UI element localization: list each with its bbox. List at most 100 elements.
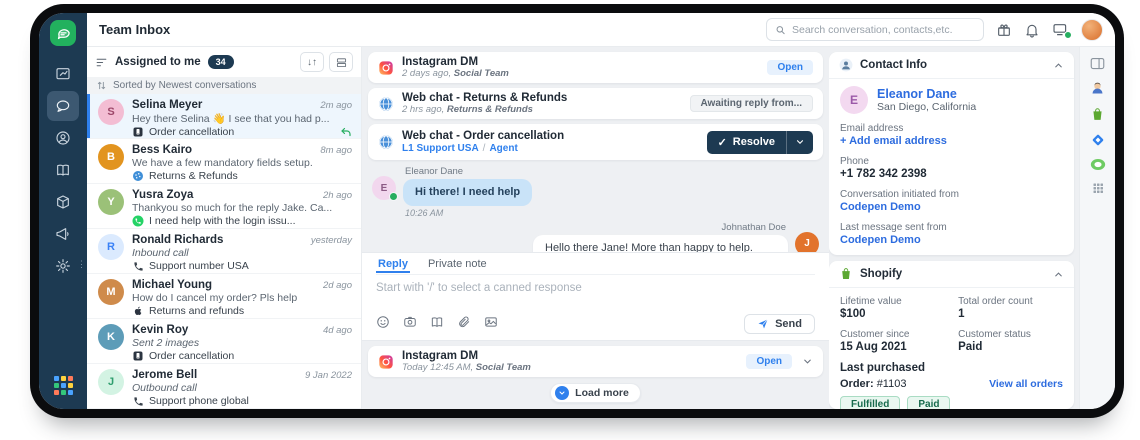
message-preview: Outbound call: [132, 382, 197, 394]
widget-icon-strip: [1079, 47, 1115, 409]
view-toggle-button[interactable]: [329, 52, 353, 72]
filter-menu-icon[interactable]: [95, 56, 108, 69]
conversation-list-item[interactable]: M Michael Young 2d ago How do I cancel m…: [87, 274, 361, 319]
image-icon[interactable]: [484, 315, 498, 334]
global-search[interactable]: [766, 18, 984, 41]
conversation-count-badge: 34: [207, 55, 234, 69]
collapse-chevron-up-icon[interactable]: [1053, 60, 1064, 71]
online-status-dot: [1064, 31, 1072, 39]
channel-icon: [132, 260, 144, 272]
lifetime-value: $100: [840, 308, 866, 320]
panel-toggle-icon[interactable]: [1090, 57, 1105, 70]
conversation-list-item[interactable]: S Selina Meyer 2m ago Hey there Selina 👋…: [87, 94, 361, 139]
conversation-list-item[interactable]: R Ronald Richards yesterday Inbound call…: [87, 229, 361, 274]
conversation-card[interactable]: Instagram DM Today 12:45 AM, Social Team…: [368, 346, 823, 377]
conversation-list-item[interactable]: Y Yusra Zoya 2h ago Thankyou so much for…: [87, 184, 361, 229]
search-input[interactable]: [791, 23, 975, 36]
whatsapp-widget-icon[interactable]: [1090, 158, 1106, 171]
channel-icon: [132, 395, 144, 407]
view-all-orders-link[interactable]: View all orders: [989, 378, 1063, 390]
device-frame: ⋮ Team Inbox Search conversation, contac…: [30, 4, 1124, 418]
chevron-down-icon[interactable]: [802, 356, 813, 367]
status-badge: Awaiting reply from...: [689, 95, 813, 112]
reply-input[interactable]: [376, 275, 815, 309]
customer-status-label: Customer status: [958, 329, 1031, 340]
fulfillment-badge: Fulfilled: [840, 396, 901, 409]
nav-contacts-icon[interactable]: [47, 123, 79, 153]
profile-avatar[interactable]: [1081, 18, 1103, 41]
timestamp: 2m ago: [320, 100, 352, 111]
check-icon: ✓: [717, 136, 727, 149]
nav-reports-icon[interactable]: [47, 59, 79, 89]
shopify-bag-icon: [842, 268, 850, 279]
conversation-list-item[interactable]: K Kevin Roy 4d ago Sent 2 images Order c…: [87, 319, 361, 364]
assigned-agent-link[interactable]: Agent: [489, 143, 517, 154]
sorted-by-bar[interactable]: Sorted by Newest conversations: [87, 77, 361, 94]
chat-status-icon[interactable]: [1052, 22, 1072, 39]
integration-diamond-icon[interactable]: [1091, 133, 1105, 147]
nav-conversations-icon[interactable]: [47, 91, 79, 121]
assigned-team-link[interactable]: L1 Support USA: [402, 143, 479, 154]
chat-message: E Eleanor Dane Hi there! I need help 10:…: [372, 166, 819, 218]
collapse-chevron-up-icon[interactable]: [1053, 269, 1064, 280]
conversation-title: Web chat - Returns & Refunds: [402, 92, 568, 104]
channel-icon: [132, 126, 144, 138]
contact-name-link[interactable]: Eleanor Dane: [877, 87, 976, 101]
contact-name: Kevin Roy: [132, 324, 189, 336]
conversation-list-item[interactable]: J Jerome Bell 9 Jan 2022 Outbound call S…: [87, 364, 361, 409]
channel-icon: [132, 215, 144, 227]
send-button[interactable]: Send: [744, 314, 815, 334]
top-bar: Team Inbox: [87, 13, 1115, 47]
message-preview: Hey there Selina 👋 I see that you had p.…: [132, 113, 330, 125]
grid-icon[interactable]: [1092, 182, 1104, 194]
add-email-link[interactable]: + Add email address: [840, 135, 1063, 147]
avatar: J: [98, 369, 124, 395]
conversation-card[interactable]: Web chat - Returns & Refunds 2 hrs ago, …: [368, 88, 823, 119]
avatar: J: [795, 231, 819, 252]
resolve-button[interactable]: ✓ Resolve: [706, 130, 813, 154]
attachment-icon[interactable]: [457, 315, 471, 334]
contact-location: San Diego, California: [877, 101, 977, 113]
conversation-list-panel: Assigned to me 34 ↓↑ Sorted by Newest co…: [87, 47, 362, 409]
camera-icon[interactable]: [403, 315, 417, 334]
conversation-card[interactable]: Instagram DM 2 days ago, Social Team Ope…: [368, 52, 823, 83]
tab-reply[interactable]: Reply: [376, 257, 410, 271]
emoji-icon[interactable]: [376, 315, 390, 334]
active-conversation-card[interactable]: Web chat - Order cancellation L1 Support…: [368, 124, 823, 160]
timestamp: yesterday: [310, 235, 352, 246]
lifetime-value-label: Lifetime value: [840, 296, 902, 307]
right-widgets-panel: Contact Info E Eleanor Dane San Diego, C…: [829, 47, 1079, 409]
message-preview: How do I cancel my order? Pls help: [132, 292, 298, 304]
nav-settings-icon[interactable]: ⋮: [47, 251, 86, 281]
apps-grid-icon[interactable]: [47, 370, 79, 400]
app-logo[interactable]: [50, 20, 76, 46]
customer-since-value: 15 Aug 2021: [840, 341, 907, 353]
last-message-from-link[interactable]: Codepen Demo: [840, 234, 1063, 246]
canned-response-book-icon[interactable]: [430, 315, 444, 334]
nav-knowledge-base-icon[interactable]: [47, 155, 79, 185]
chat-message: J Johnathan Doe Hello there Jane! More t…: [372, 222, 819, 252]
gift-icon[interactable]: [996, 22, 1012, 38]
sort-button[interactable]: ↓↑: [300, 52, 324, 72]
resolve-dropdown-caret[interactable]: [787, 131, 813, 154]
conversation-subtitle: 2 hrs ago, Returns & Refunds: [402, 104, 533, 115]
nav-orders-icon[interactable]: [47, 187, 79, 217]
load-more-button[interactable]: Load more: [550, 383, 641, 403]
assignment-filter-label[interactable]: Assigned to me: [115, 56, 201, 68]
conversation-tag-label: Support number USA: [149, 260, 249, 272]
timestamp: 4d ago: [322, 325, 352, 336]
initiated-from-link[interactable]: Codepen Demo: [840, 201, 1063, 213]
nav-campaigns-icon[interactable]: [47, 219, 79, 249]
shopify-widget-icon[interactable]: [1090, 107, 1105, 122]
notifications-bell-icon[interactable]: [1024, 22, 1040, 38]
contact-name: Michael Young: [132, 279, 213, 291]
tab-private-note[interactable]: Private note: [426, 257, 489, 271]
shopify-widget-card: Shopify Lifetime value $100 Total order c…: [829, 261, 1074, 409]
message-preview: Sent 2 images: [132, 337, 200, 349]
order-count-value: 1: [958, 308, 965, 320]
conversation-list-item[interactable]: B Bess Kairo 8m ago We have a few mandat…: [87, 139, 361, 184]
contact-name: Bess Kairo: [132, 144, 193, 156]
contact-widget-icon[interactable]: [1090, 81, 1105, 96]
phone-value: +1 782 342 2398: [840, 168, 927, 180]
message-preview: Thankyou so much for the reply Jake. Ca.…: [132, 202, 333, 214]
